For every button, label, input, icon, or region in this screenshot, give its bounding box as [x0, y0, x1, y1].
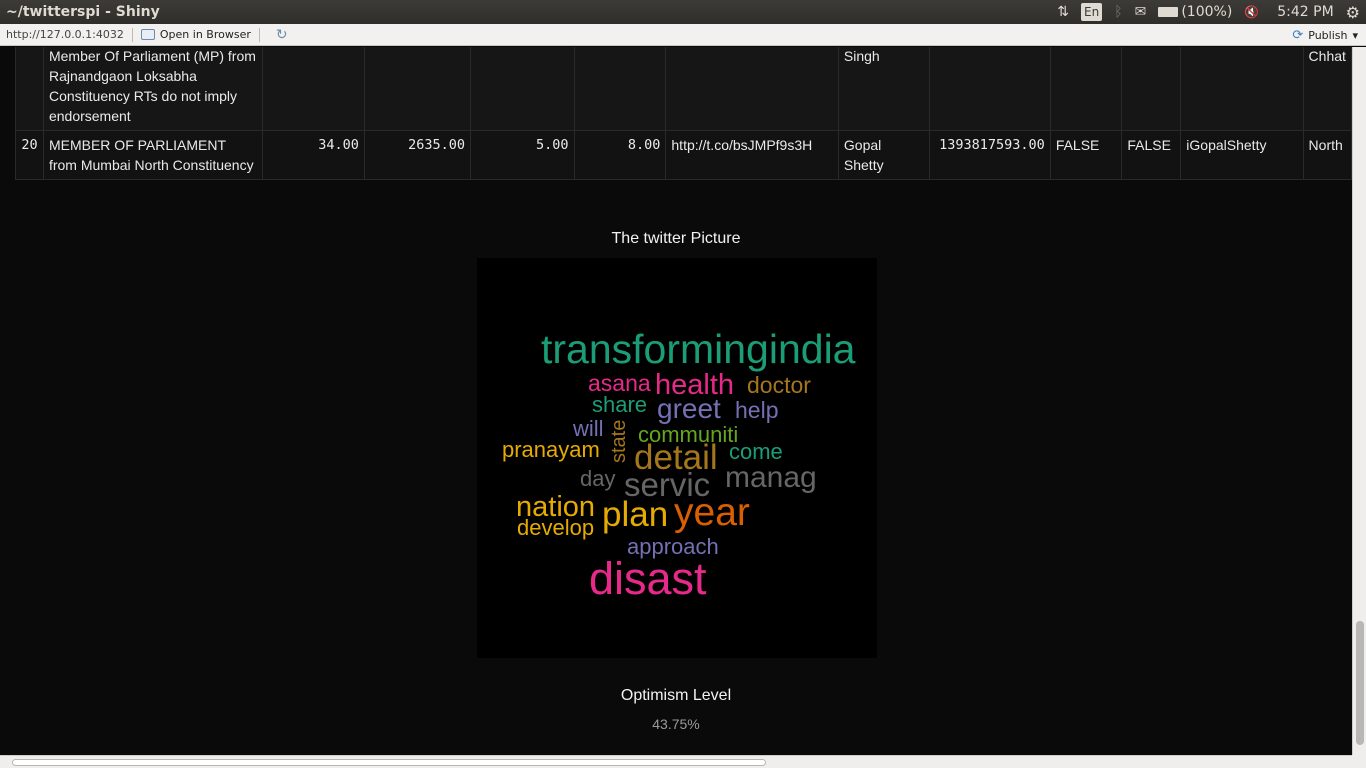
- table-cell: [363, 47, 471, 131]
- toolbar-divider: [258, 27, 260, 42]
- table-cell: [928, 47, 1051, 131]
- wordcloud-title: The twitter Picture: [611, 230, 741, 247]
- table-cell: [573, 47, 667, 131]
- table-cell-description: MEMBER OF PARLIAMENT from Mumbai North C…: [42, 130, 264, 180]
- wordcloud-word: transformingindia: [541, 326, 856, 372]
- clock[interactable]: 5:42 PM: [1277, 0, 1333, 24]
- table-cell-name: Gopal Shetty: [837, 130, 930, 180]
- shiny-app-content: Member Of Parliament (MP) from Rajnandga…: [0, 47, 1352, 755]
- publish-icon: ⟳: [1292, 27, 1304, 43]
- table-cell: 1393817593.00: [928, 130, 1051, 180]
- refresh-icon[interactable]: ↻: [276, 27, 288, 43]
- table-cell: [1049, 47, 1123, 131]
- bluetooth-icon[interactable]: ᛒ: [1114, 0, 1122, 24]
- table-cell: 34.00: [262, 130, 365, 180]
- wordcloud-word: disast: [589, 553, 707, 604]
- settings-gear-icon[interactable]: ⚙: [1346, 0, 1360, 24]
- toolbar-divider: [131, 27, 133, 42]
- volume-muted-icon[interactable]: 🔇: [1244, 0, 1259, 24]
- table-row: Member Of Parliament (MP) from Rajnandga…: [15, 47, 1352, 131]
- table-cell-rownum: 20: [15, 130, 44, 180]
- open-in-browser-button[interactable]: Open in Browser: [140, 28, 251, 41]
- wordcloud-word: year: [674, 491, 750, 534]
- keyboard-layout-indicator[interactable]: En: [1081, 3, 1103, 21]
- mail-icon[interactable]: ✉: [1135, 0, 1147, 24]
- vertical-scrollbar[interactable]: [1352, 47, 1366, 755]
- open-in-browser-icon: [140, 29, 155, 40]
- wordcloud-image: transformingindia asana health doctor sh…: [477, 258, 877, 658]
- table-cell-handle: iGopalShetty: [1180, 130, 1304, 180]
- wordcloud-word: come: [729, 439, 783, 464]
- battery-percent: (100%): [1181, 4, 1233, 20]
- data-table: Member Of Parliament (MP) from Rajnandga…: [15, 47, 1352, 180]
- optimism-level-title: Optimism Level: [620, 687, 732, 704]
- scrollbar-corner: [1352, 755, 1366, 768]
- wordcloud-word: help: [735, 397, 779, 423]
- network-icon[interactable]: ⇅: [1057, 0, 1069, 24]
- table-cell-url: [665, 47, 839, 131]
- wordcloud-word: doctor: [747, 372, 811, 398]
- table-cell: [262, 47, 365, 131]
- table-cell: [1121, 47, 1182, 131]
- window-title: ~/twitterspi - Shiny: [6, 4, 160, 20]
- table-cell-name: Singh: [837, 47, 930, 131]
- viewer-url: http://127.0.0.1:4032: [6, 28, 124, 41]
- open-in-browser-label: Open in Browser: [159, 28, 251, 41]
- table-cell-description: Member Of Parliament (MP) from Rajnandga…: [42, 47, 264, 131]
- system-tray: ⇅ En ᛒ ✉ (100%) 🔇 5:42 PM ⚙: [1045, 0, 1366, 24]
- battery-indicator[interactable]: (100%): [1158, 0, 1232, 24]
- wordcloud-word: plan: [602, 495, 669, 534]
- table-cell: 2635.00: [363, 130, 471, 180]
- wordcloud-word: state: [608, 419, 630, 463]
- wordcloud-word: manag: [725, 461, 817, 494]
- publish-button[interactable]: ⟳ Publish ▾: [1292, 24, 1358, 46]
- horizontal-scrollbar-thumb[interactable]: [12, 759, 766, 766]
- wordcloud-word: pranayam: [502, 437, 600, 462]
- table-cell-url: http://t.co/bsJMPf9s3H: [665, 130, 839, 180]
- chevron-down-icon: ▾: [1352, 28, 1358, 42]
- table-cell-handle: [1180, 47, 1304, 131]
- wordcloud-word: greet: [657, 393, 721, 424]
- table-cell: FALSE: [1049, 130, 1123, 180]
- horizontal-scrollbar[interactable]: [0, 755, 1352, 768]
- wordcloud-word: develop: [517, 515, 595, 540]
- os-top-bar: ~/twitterspi - Shiny ⇅ En ᛒ ✉ (100%) 🔇 5…: [0, 0, 1366, 24]
- table-cell-location: Chhat: [1302, 47, 1352, 131]
- vertical-scrollbar-thumb[interactable]: [1356, 621, 1364, 745]
- wordcloud-word: share: [592, 392, 648, 417]
- viewer-toolbar: http://127.0.0.1:4032 Open in Browser ↻ …: [0, 24, 1366, 46]
- table-cell: FALSE: [1121, 130, 1182, 180]
- table-row: 20 MEMBER OF PARLIAMENT from Mumbai Nort…: [15, 130, 1352, 180]
- table-cell-rownum: [15, 47, 44, 131]
- table-cell: 5.00: [469, 130, 575, 180]
- table-cell: 8.00: [573, 130, 667, 180]
- wordcloud-word: day: [580, 466, 616, 491]
- table-cell-location: North: [1302, 130, 1352, 180]
- publish-label: Publish: [1308, 28, 1348, 42]
- table-cell: [469, 47, 575, 131]
- optimism-level-value: 43.75%: [652, 716, 700, 732]
- battery-icon: [1158, 7, 1179, 17]
